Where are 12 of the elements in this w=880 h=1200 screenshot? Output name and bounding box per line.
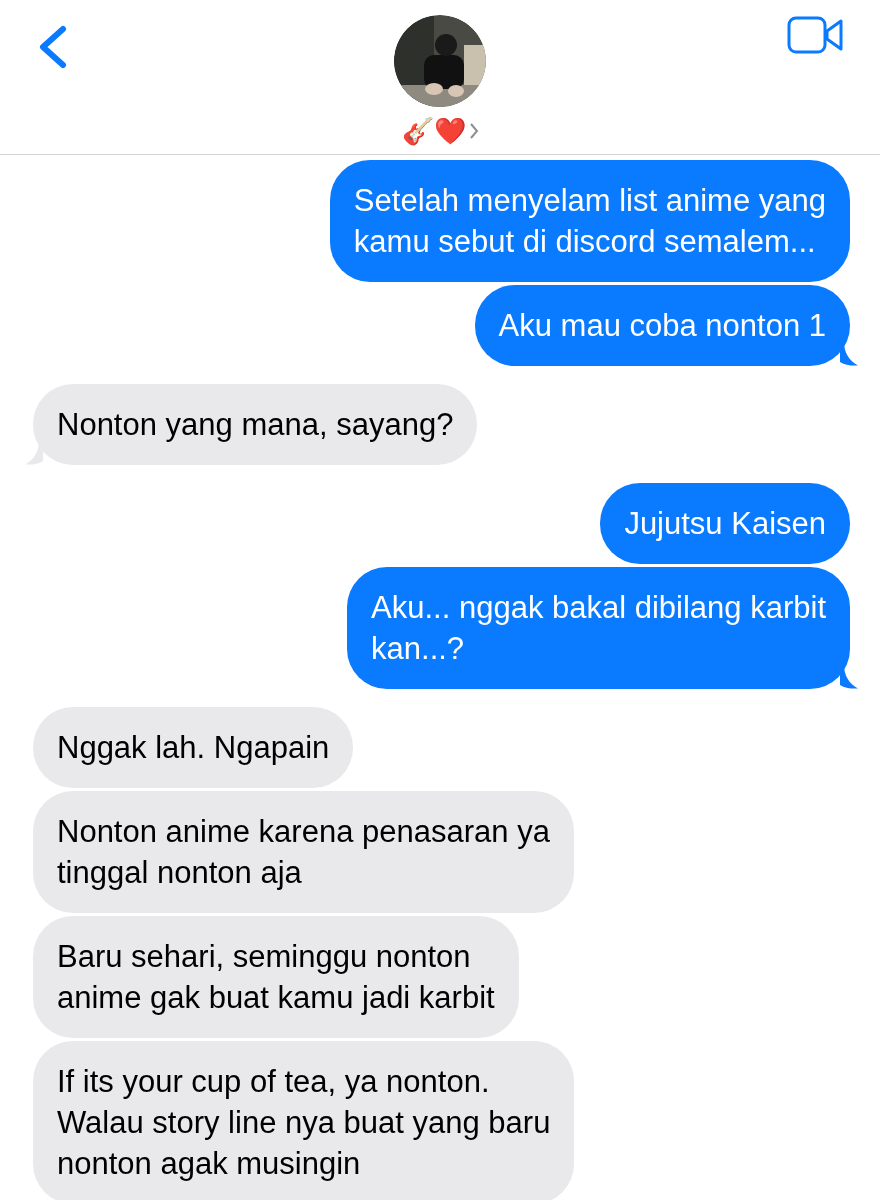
chevron-right-icon[interactable] [468, 122, 479, 140]
message-bubble: Aku... nggak bakal dibilang karbit kan...? [347, 567, 850, 689]
message-bubble: If its your cup of tea, ya nonton. Walau story line nya buat yang baru nonton agak musingin [33, 1041, 575, 1200]
message-bubble: Baru sehari, seminggu nonton anime gak buat kamu jadi karbit [33, 916, 519, 1038]
video-call-icon[interactable] [787, 16, 844, 54]
contact-name[interactable]: 🎸❤ [401, 115, 466, 147]
message-bubble: Jujutsu Kaisen [600, 483, 850, 564]
message-bubble: Nonton yang mana, sayang? [33, 384, 478, 465]
message-bubble: Aku mau coba nonton 1 [474, 285, 850, 366]
message-bubble: Setelah menyelam list anime yang kamu sebut di discord semalem... [329, 160, 850, 282]
message-bubble: Nggak lah. Ngapain [33, 707, 354, 788]
message-bubble: Nonton anime karena penasaran ya tinggal nonton aja [33, 791, 574, 913]
